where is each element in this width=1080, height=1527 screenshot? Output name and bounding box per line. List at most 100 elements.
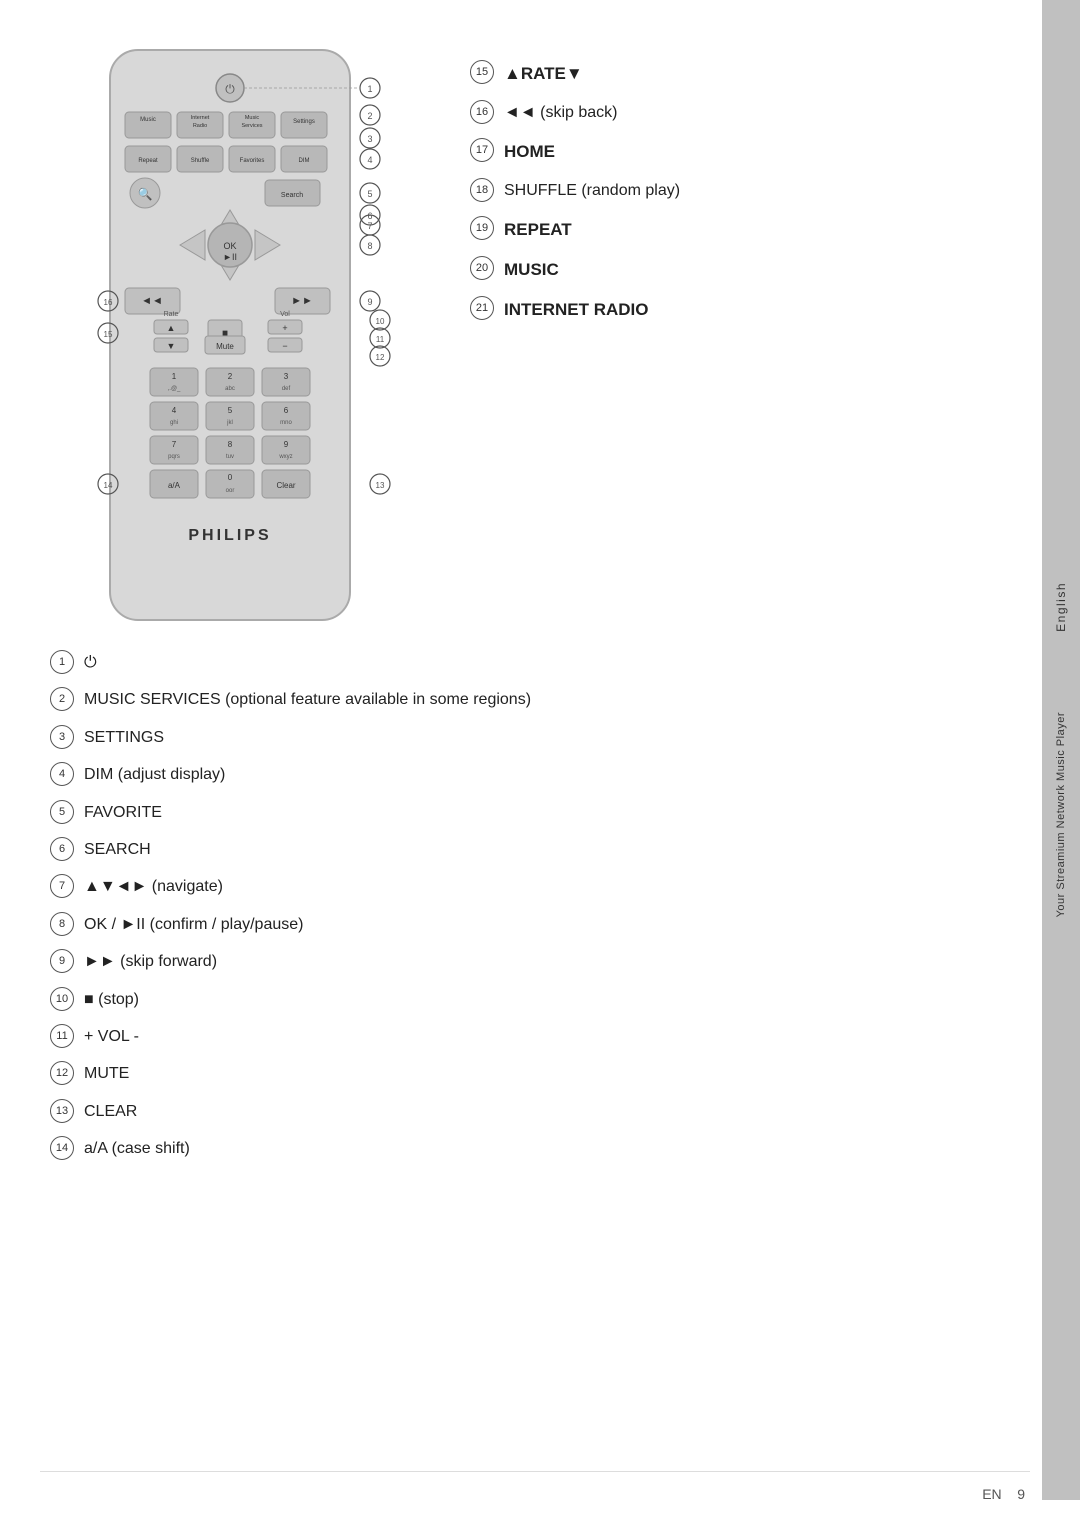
svg-text:Settings: Settings — [293, 119, 315, 125]
ann-num-5: 5 — [50, 800, 74, 824]
ann-text-3: SETTINGS — [84, 725, 164, 749]
ann-text-6: SEARCH — [84, 837, 151, 861]
svg-text:jkl: jkl — [226, 420, 233, 426]
svg-text:tuv: tuv — [226, 454, 234, 460]
svg-text:Rate: Rate — [164, 311, 179, 318]
annotation-17: 17 HOME — [470, 138, 970, 164]
num-17: 17 — [470, 138, 494, 162]
ann-text-9: ►► (skip forward) — [84, 949, 217, 973]
svg-text:0: 0 — [228, 473, 233, 482]
svg-text:,.@_: ,.@_ — [168, 386, 181, 392]
text-17: HOME — [504, 138, 555, 164]
ann-9: 9 ►► (skip forward) — [50, 949, 930, 973]
svg-text:Clear: Clear — [276, 481, 295, 490]
svg-text:►II: ►II — [223, 252, 237, 262]
svg-text:1: 1 — [367, 84, 372, 94]
ann-num-4: 4 — [50, 762, 74, 786]
svg-text:1: 1 — [172, 372, 177, 381]
text-18: SHUFFLE (random play) — [504, 178, 680, 202]
page-footer: EN 9 — [982, 1486, 1025, 1502]
ann-num-2: 2 — [50, 687, 74, 711]
svg-text:10: 10 — [376, 317, 385, 326]
en-label: EN — [982, 1486, 1001, 1502]
svg-text:Vol: Vol — [280, 311, 290, 318]
num-18: 18 — [470, 178, 494, 202]
svg-text:12: 12 — [376, 353, 385, 362]
ann-4: 4 DIM (adjust display) — [50, 762, 930, 786]
ann-8: 8 OK / ►II (confirm / play/pause) — [50, 912, 930, 936]
ann-text-13: CLEAR — [84, 1099, 137, 1123]
svg-text:mno: mno — [280, 420, 292, 426]
bottom-divider — [40, 1471, 1030, 1472]
ann-text-11: + VOL - — [84, 1024, 139, 1048]
svg-text:Repeat: Repeat — [138, 158, 158, 164]
ann-7: 7 ▲▼◄► (navigate) — [50, 874, 930, 898]
svg-text:▼: ▼ — [167, 341, 176, 351]
remote-control: ⏻ 1 Music Internet Radio Music Services … — [50, 40, 440, 640]
annotation-19: 19 REPEAT — [470, 216, 970, 242]
right-annotations: 15 ▲RATE▼ 16 ◄◄ (skip back) 17 HOME 18 S… — [470, 60, 970, 336]
svg-text:2: 2 — [367, 111, 372, 121]
svg-text:2: 2 — [228, 372, 233, 381]
ann-13: 13 CLEAR — [50, 1099, 930, 1123]
svg-text:16: 16 — [104, 298, 113, 307]
svg-text:DIM: DIM — [299, 158, 310, 164]
svg-text:+: + — [282, 323, 287, 333]
svg-text:Internet: Internet — [191, 115, 210, 121]
svg-text:5: 5 — [367, 189, 372, 199]
svg-text:Radio: Radio — [193, 123, 207, 129]
num-16: 16 — [470, 100, 494, 124]
svg-text:Services: Services — [241, 123, 262, 129]
svg-text:3: 3 — [367, 134, 372, 144]
ann-14: 14 a/A (case shift) — [50, 1136, 930, 1160]
annotation-15: 15 ▲RATE▼ — [470, 60, 970, 86]
ann-2: 2 MUSIC SERVICES (optional feature avail… — [50, 687, 930, 711]
ann-text-7: ▲▼◄► (navigate) — [84, 874, 223, 898]
svg-text:13: 13 — [376, 481, 385, 490]
svg-text:wxyz: wxyz — [278, 454, 292, 460]
svg-text:PHILIPS: PHILIPS — [188, 527, 271, 544]
sidebar-product: Your Streamium Network Music Player — [1055, 712, 1067, 917]
ann-3: 3 SETTINGS — [50, 725, 930, 749]
text-21: INTERNET RADIO — [504, 296, 649, 322]
ann-num-12: 12 — [50, 1061, 74, 1085]
ann-12: 12 MUTE — [50, 1061, 930, 1085]
svg-text:Favorites: Favorites — [240, 158, 265, 164]
svg-text:9: 9 — [367, 297, 372, 307]
svg-text:11: 11 — [376, 335, 385, 344]
ann-text-2: MUSIC SERVICES (optional feature availab… — [84, 687, 531, 711]
svg-text:Music: Music — [245, 115, 260, 121]
num-19: 19 — [470, 216, 494, 240]
bottom-annotations: 1 ⏻ 2 MUSIC SERVICES (optional feature a… — [50, 650, 930, 1173]
ann-num-7: 7 — [50, 874, 74, 898]
ann-num-6: 6 — [50, 837, 74, 861]
annotation-20: 20 MUSIC — [470, 256, 970, 282]
ann-num-10: 10 — [50, 987, 74, 1011]
ann-text-1: ⏻ — [84, 650, 97, 674]
svg-text:Shuffle: Shuffle — [191, 158, 210, 164]
num-20: 20 — [470, 256, 494, 280]
sidebar: English Your Streamium Network Music Pla… — [1042, 0, 1080, 1500]
annotation-18: 18 SHUFFLE (random play) — [470, 178, 970, 202]
text-16: ◄◄ (skip back) — [504, 100, 617, 124]
svg-text:−: − — [282, 341, 287, 351]
sidebar-english: English — [1054, 582, 1068, 632]
ann-text-10: ■ (stop) — [84, 987, 139, 1011]
svg-text:pqrs: pqrs — [168, 454, 180, 460]
svg-text:7: 7 — [172, 440, 177, 449]
svg-text:8: 8 — [228, 440, 233, 449]
svg-text:def: def — [282, 386, 291, 392]
svg-text:ghi: ghi — [170, 420, 178, 426]
ann-5: 5 FAVORITE — [50, 800, 930, 824]
ann-num-8: 8 — [50, 912, 74, 936]
ann-10: 10 ■ (stop) — [50, 987, 930, 1011]
svg-text:oor: oor — [226, 488, 235, 494]
text-19: REPEAT — [504, 216, 572, 242]
svg-text:6: 6 — [367, 211, 372, 221]
page-number: 9 — [1017, 1486, 1025, 1502]
ann-num-3: 3 — [50, 725, 74, 749]
ann-num-13: 13 — [50, 1099, 74, 1123]
num-15: 15 — [470, 60, 494, 84]
svg-text:Search: Search — [281, 192, 303, 199]
ann-num-1: 1 — [50, 650, 74, 674]
